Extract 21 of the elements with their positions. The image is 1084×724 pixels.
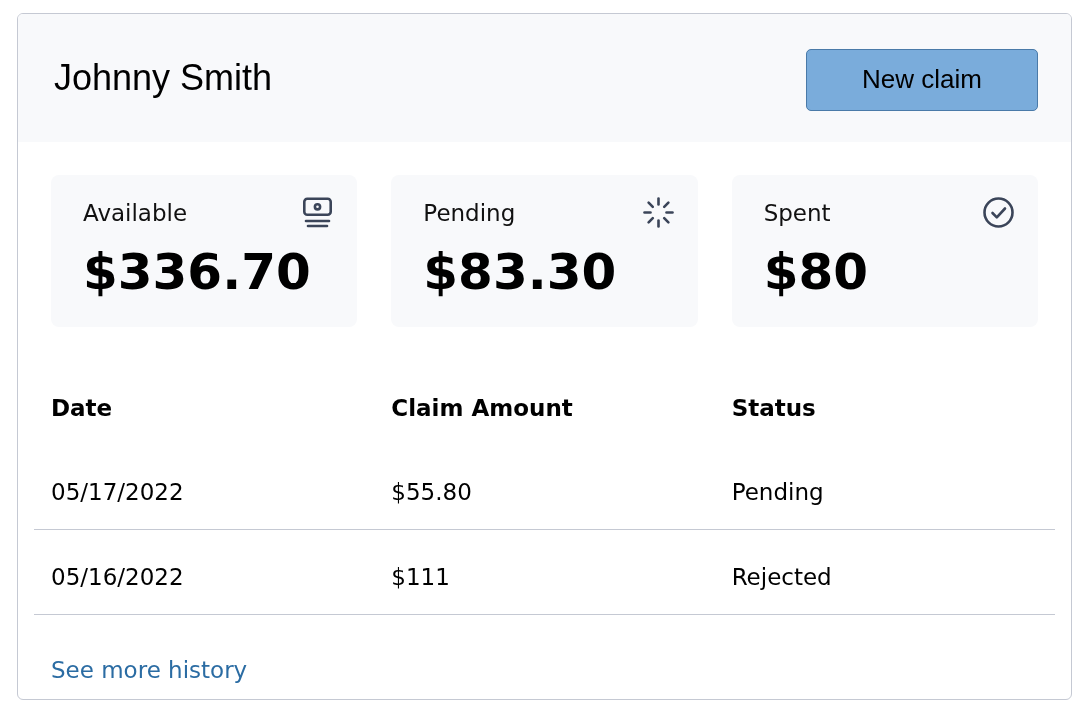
table-cell-text: $55.80	[391, 478, 472, 507]
check-circle-icon	[983, 197, 1014, 228]
stat-value: $80	[763, 242, 869, 302]
card-title: Johnny Smith	[54, 56, 273, 100]
column-header: Status	[731, 394, 816, 423]
stat-label: Spent	[763, 199, 831, 228]
stat-value: $83.30	[423, 242, 617, 302]
spinner-icon	[642, 197, 674, 228]
table-cell-text: 05/17/2022	[51, 478, 184, 507]
table-cell-text: Pending	[731, 478, 824, 507]
new-claim-button[interactable]: New claim	[806, 48, 1038, 111]
table-cell-text: Rejected	[731, 563, 832, 592]
table-cell-text: $111	[391, 563, 450, 592]
see-more-history-link[interactable]: See more history	[51, 657, 248, 683]
stat-label: Available	[83, 199, 188, 228]
stat-value: $336.70	[83, 242, 311, 302]
column-header: Claim Amount	[391, 394, 573, 423]
table-cell-text: 05/16/2022	[51, 563, 184, 592]
cash-icon	[302, 197, 334, 228]
column-header: Date	[51, 394, 113, 423]
stat-label: Pending	[423, 199, 516, 228]
